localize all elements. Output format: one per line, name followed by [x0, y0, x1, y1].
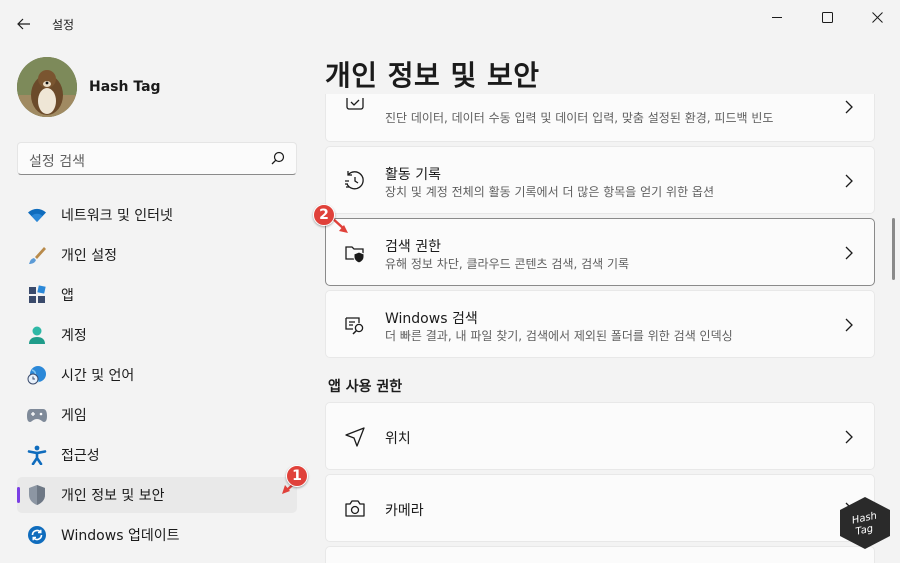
sidebar-item-windows-update[interactable]: Windows 업데이트: [17, 517, 297, 553]
sidebar-item-label: 게임: [61, 408, 87, 424]
sidebar-item-label: 접근성: [61, 448, 100, 464]
sidebar-item-accessibility[interactable]: 접근성: [17, 437, 297, 473]
card-windows-search[interactable]: Windows 검색 더 빠른 결과, 내 파일 찾기, 검색에서 제외된 폴더…: [325, 290, 875, 358]
sidebar-item-time-language[interactable]: 시간 및 언어: [17, 357, 297, 393]
windows-search-icon: [345, 317, 364, 335]
card-subtitle: 진단 데이터, 데이터 수동 입력 및 데이터 입력, 맞춤 설정된 환경, 피…: [385, 111, 774, 125]
accessibility-icon: [26, 444, 48, 466]
sidebar-item-privacy-security[interactable]: 개인 정보 및 보안: [17, 477, 297, 513]
minimize-button[interactable]: [754, 0, 800, 34]
scrollbar-thumb[interactable]: [892, 218, 895, 280]
history-icon: [345, 171, 364, 190]
sidebar-item-label: Windows 업데이트: [61, 528, 180, 544]
app-title: 설정: [52, 18, 75, 32]
location-icon: [345, 427, 365, 447]
search-placeholder: 설정 검색: [29, 154, 85, 170]
back-arrow-icon: [17, 18, 30, 30]
avatar: [17, 57, 77, 117]
chevron-right-icon: [845, 174, 853, 188]
card-title: 위치: [385, 431, 411, 447]
card-diagnostics-feedback[interactable]: 진단 데이터, 데이터 수동 입력 및 데이터 입력, 맞춤 설정된 환경, 피…: [325, 94, 875, 142]
maximize-icon: [821, 11, 833, 23]
hashtag-logo: Hash Tag: [840, 497, 890, 549]
chevron-right-icon: [845, 430, 853, 444]
chevron-right-icon: [845, 246, 853, 260]
sidebar-item-label: 계정: [61, 328, 87, 344]
user-name: Hash Tag: [89, 79, 161, 95]
card-search-permissions[interactable]: 검색 권한 유해 정보 차단, 클라우드 콘텐츠 검색, 검색 기록: [325, 218, 875, 286]
window-controls: [754, 0, 900, 34]
sidebar-item-label: 앱: [61, 288, 74, 304]
sidebar-item-gaming[interactable]: 게임: [17, 397, 297, 433]
close-button[interactable]: [854, 0, 900, 34]
card-activity-history[interactable]: 활동 기록 장치 및 계정 전체의 활동 기록에서 더 많은 항목을 얻기 위한…: [325, 146, 875, 214]
card-subtitle: 유해 정보 차단, 클라우드 콘텐츠 검색, 검색 기록: [385, 257, 630, 271]
card-next-permission[interactable]: [325, 546, 875, 563]
user-profile[interactable]: Hash Tag: [17, 57, 161, 117]
card-subtitle: 장치 및 계정 전체의 활동 기록에서 더 많은 항목을 얻기 위한 옵션: [385, 185, 715, 199]
diagnostics-icon: [346, 98, 364, 110]
sidebar-item-label: 개인 정보 및 보안: [61, 488, 165, 504]
camera-icon: [345, 500, 365, 517]
section-header-app-permissions: 앱 사용 권한: [328, 379, 403, 395]
title-bar: 설정: [0, 0, 900, 40]
chevron-right-icon: [845, 318, 853, 332]
gamepad-icon: [26, 404, 48, 426]
card-camera[interactable]: 카메라: [325, 474, 875, 542]
card-subtitle: 더 빠른 결과, 내 파일 찾기, 검색에서 제외된 폴더를 위한 검색 인덱싱: [385, 329, 733, 343]
apps-icon: [26, 284, 48, 306]
card-title: 활동 기록: [385, 167, 441, 183]
shield-icon: [26, 484, 48, 506]
sidebar-item-personalization[interactable]: 개인 설정: [17, 237, 297, 273]
sidebar-nav: 네트워크 및 인터넷 개인 설정 앱 계정 시간 및 언어 게임 접근성 개인 …: [17, 197, 297, 557]
card-title: 검색 권한: [385, 239, 441, 255]
sidebar-item-label: 시간 및 언어: [61, 368, 135, 384]
close-icon: [871, 11, 883, 23]
search-permissions-icon: [345, 246, 365, 264]
sidebar-item-apps[interactable]: 앱: [17, 277, 297, 313]
update-icon: [26, 524, 48, 546]
card-title: Windows 검색: [385, 311, 478, 327]
sidebar-item-network[interactable]: 네트워크 및 인터넷: [17, 197, 297, 233]
settings-search-input[interactable]: 설정 검색: [17, 142, 297, 175]
card-location[interactable]: 위치: [325, 402, 875, 470]
chevron-right-icon: [845, 100, 853, 114]
sidebar-item-label: 개인 설정: [61, 248, 117, 264]
sidebar-item-label: 네트워크 및 인터넷: [61, 208, 173, 224]
annotation-badge-2: 2: [313, 204, 335, 226]
globe-clock-icon: [26, 364, 48, 386]
person-icon: [26, 324, 48, 346]
page-title: 개인 정보 및 보안: [325, 59, 540, 92]
back-button[interactable]: [10, 10, 38, 38]
card-title: 카메라: [385, 503, 424, 519]
annotation-badge-1: 1: [286, 465, 308, 487]
wifi-icon: [26, 204, 48, 226]
minimize-icon: [771, 16, 782, 18]
maximize-button[interactable]: [804, 0, 850, 34]
brush-icon: [26, 244, 48, 266]
sidebar-item-accounts[interactable]: 계정: [17, 317, 297, 353]
search-icon[interactable]: [271, 151, 285, 165]
